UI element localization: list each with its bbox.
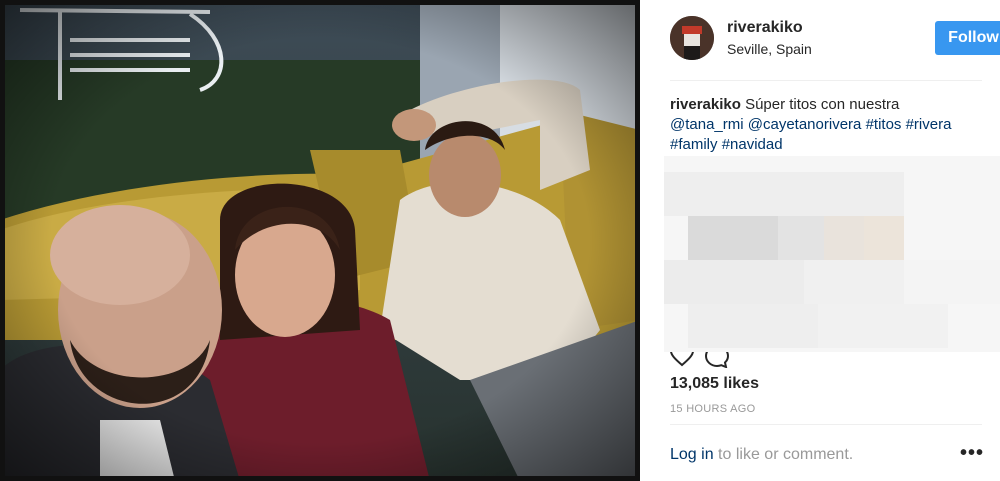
login-prompt-text: to like or comment. [718, 446, 854, 463]
divider [670, 424, 982, 425]
more-options-icon[interactable]: ••• [960, 443, 984, 463]
mention-tana[interactable]: @tana_rmi [670, 116, 744, 133]
divider [670, 80, 982, 81]
post-timestamp[interactable]: 15 HOURS AGO [670, 403, 756, 415]
login-prompt: Log in to like or comment. [670, 446, 853, 464]
hashtag-titos[interactable]: #titos [866, 116, 902, 133]
pixelated-overlay [664, 156, 1000, 352]
post-caption: riverakiko Súper titos con nuestra @tana… [670, 95, 995, 155]
photo-icon [0, 0, 640, 481]
mention-cayetanorivera[interactable]: @cayetanorivera [748, 116, 862, 133]
likes-count[interactable]: 13,085 likes [670, 375, 759, 393]
caption-text: Súper titos con nuestra [745, 96, 900, 113]
post-header: riverakiko Seville, Spain Follow [670, 14, 1000, 66]
follow-button[interactable]: Follow [935, 21, 1000, 55]
post-location[interactable]: Seville, Spain [727, 41, 812, 57]
hashtag-rivera[interactable]: #rivera [906, 116, 952, 133]
avatar-image-icon [670, 16, 714, 60]
caption-username[interactable]: riverakiko [670, 96, 741, 113]
avatar[interactable] [670, 16, 714, 60]
post-author-username[interactable]: riverakiko [727, 19, 803, 37]
hashtag-navidad[interactable]: #navidad [722, 136, 783, 153]
login-link[interactable]: Log in [670, 446, 714, 463]
post-photo[interactable] [0, 0, 640, 481]
hashtag-family[interactable]: #family [670, 136, 718, 153]
